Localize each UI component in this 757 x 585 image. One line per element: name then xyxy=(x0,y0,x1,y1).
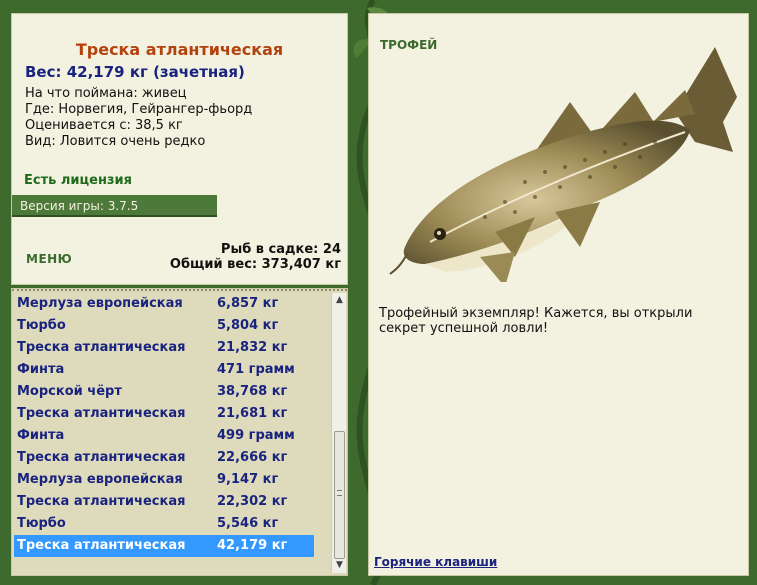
location-info: Где: Норвегия, Гейрангер-фьорд xyxy=(25,102,253,117)
catch-fish-weight: 499 грамм xyxy=(217,428,295,443)
catch-fish-name: Финта xyxy=(17,362,65,377)
license-status: Есть лицензия xyxy=(24,173,132,188)
catch-list-item[interactable]: Треска атлантическая 22,302 кг xyxy=(14,491,314,513)
catch-list-item[interactable]: Финта 471 грамм xyxy=(14,359,314,381)
catch-list-item[interactable]: Треска атлантическая 21,832 кг xyxy=(14,337,314,359)
catch-fish-name: Треска атлантическая xyxy=(17,340,186,355)
catch-fish-weight: 471 грамм xyxy=(217,362,295,377)
valued-info: Оценивается с: 38,5 кг xyxy=(25,118,183,133)
bait-info: На что поймана: живец xyxy=(25,86,187,101)
grip-icon xyxy=(337,490,342,496)
catch-fish-name: Мерлуза европейская xyxy=(17,472,183,487)
scroll-down-icon[interactable]: ▼ xyxy=(332,558,347,573)
trophy-panel: ТРОФЕЙ Трофейный экземпляр! Кажется, вы … xyxy=(368,13,749,576)
cage-total-weight: Общий вес: 373,407 кг xyxy=(169,257,341,272)
catch-list-item[interactable]: Мерлуза европейская 6,857 кг xyxy=(14,293,314,315)
menu-button[interactable]: МЕНЮ xyxy=(26,252,72,266)
catch-fish-name: Треска атлантическая xyxy=(17,538,186,553)
version-bar: Версия игры: 3.7.5 xyxy=(12,195,217,217)
catch-fish-weight: 22,666 кг xyxy=(217,450,288,465)
rarity-info: Вид: Ловится очень редко xyxy=(25,134,206,149)
hotkeys-link[interactable]: Горячие клавиши xyxy=(374,555,497,569)
catch-fish-weight: 38,768 кг xyxy=(217,384,288,399)
cage-count: Рыб в садке: 24 xyxy=(220,242,341,257)
catch-list-item[interactable]: Финта 499 грамм xyxy=(14,425,314,447)
fish-info-panel: Треска атлантическая Вес: 42,179 кг (зач… xyxy=(11,13,348,285)
catch-fish-name: Мерлуза европейская xyxy=(17,296,183,311)
catch-fish-weight: 6,857 кг xyxy=(217,296,279,311)
trophy-message: Трофейный экземпляр! Кажется, вы открыли… xyxy=(379,306,693,336)
catch-fish-name: Треска атлантическая xyxy=(17,406,186,421)
catch-fish-weight: 21,681 кг xyxy=(217,406,288,421)
catch-fish-weight: 22,302 кг xyxy=(217,494,288,509)
cage-summary: Рыб в садке: 24 Общий вес: 373,407 кг xyxy=(170,242,341,272)
fish-title: Треска атлантическая xyxy=(75,40,284,59)
scroll-up-icon[interactable]: ▲ xyxy=(332,293,347,308)
catch-fish-weight: 21,832 кг xyxy=(217,340,288,355)
catch-list-item[interactable]: Треска атлантическая 21,681 кг xyxy=(14,403,314,425)
catch-fish-name: Треска атлантическая xyxy=(17,494,186,509)
catch-list-item[interactable]: Треска атлантическая 42,179 кг xyxy=(14,535,314,557)
catch-list-item[interactable]: Морской чёрт 38,768 кг xyxy=(14,381,314,403)
catch-fish-weight: 9,147 кг xyxy=(217,472,279,487)
catch-fish-name: Тюрбо xyxy=(17,318,66,333)
catch-list-item[interactable]: Тюрбо 5,546 кг xyxy=(14,513,314,535)
catch-fish-name: Финта xyxy=(17,428,65,443)
catch-fish-name: Морской чёрт xyxy=(17,384,122,399)
catch-fish-name: Треска атлантическая xyxy=(17,450,186,465)
catch-fish-name: Тюрбо xyxy=(17,516,66,531)
catch-list-item[interactable]: Мерлуза европейская 9,147 кг xyxy=(14,469,314,491)
catch-fish-weight: 5,804 кг xyxy=(217,318,279,333)
catch-list-item[interactable]: Треска атлантическая 22,666 кг xyxy=(14,447,314,469)
scroll-thumb[interactable] xyxy=(334,431,345,559)
catch-list-item[interactable]: Тюрбо 5,804 кг xyxy=(14,315,314,337)
catch-list-panel: Мерлуза европейская 6,857 кг Тюрбо 5,804 кг… xyxy=(11,288,348,576)
catch-fish-weight: 42,179 кг xyxy=(217,538,288,553)
catch-fish-weight: 5,546 кг xyxy=(217,516,279,531)
cod-fish-image xyxy=(389,47,737,282)
fish-weight: Вес: 42,179 кг (зачетная) xyxy=(25,63,245,81)
list-scrollbar[interactable]: ▲ ▼ xyxy=(331,293,346,573)
